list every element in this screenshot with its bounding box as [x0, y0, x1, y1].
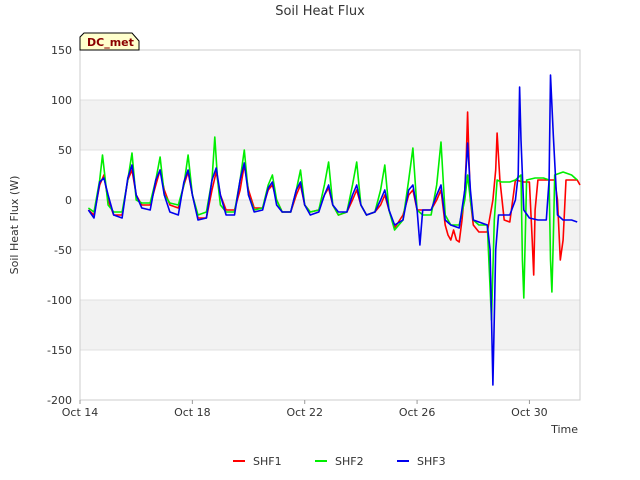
plot-background-bands — [80, 50, 580, 400]
legend-label: SHF2 — [335, 455, 364, 468]
dc-met-badge: DC_met — [79, 32, 140, 51]
background-band — [80, 200, 580, 250]
background-band — [80, 100, 580, 150]
legend-label: SHF3 — [417, 455, 446, 468]
y-tick-label: 150 — [51, 44, 72, 57]
y-tick-label: -100 — [47, 294, 72, 307]
x-axis-title: Time — [550, 423, 578, 436]
y-axis-title: Soil Heat Flux (W) — [8, 176, 21, 275]
legend-label: SHF1 — [253, 455, 282, 468]
y-tick-label: 100 — [51, 94, 72, 107]
y-tick-label: 0 — [65, 194, 72, 207]
y-axis-ticks: -200-150-100-50050100150 — [47, 44, 72, 407]
background-band — [80, 50, 580, 100]
background-band — [80, 350, 580, 400]
y-tick-label: -150 — [47, 344, 72, 357]
x-tick-label: Oct 14 — [62, 406, 99, 419]
x-tick-label: Oct 18 — [174, 406, 211, 419]
chart-title: Soil Heat Flux — [275, 4, 365, 19]
x-tick-label: Oct 26 — [399, 406, 436, 419]
badge-label: DC_met — [87, 36, 134, 49]
y-tick-label: -50 — [54, 244, 72, 257]
background-band — [80, 250, 580, 300]
y-tick-label: 50 — [58, 144, 72, 157]
x-tick-label: Oct 30 — [511, 406, 548, 419]
legend: SHF1 SHF2 SHF3 — [233, 455, 446, 468]
x-tick-label: Oct 22 — [286, 406, 323, 419]
background-band — [80, 300, 580, 350]
x-axis-ticks: Oct 14 Oct 18 Oct 22 Oct 26 Oct 30 — [62, 400, 548, 419]
soil-heat-flux-chart: -200-150-100-50050100150 Oct 14 Oct 18 Oct… — [8, 4, 581, 468]
